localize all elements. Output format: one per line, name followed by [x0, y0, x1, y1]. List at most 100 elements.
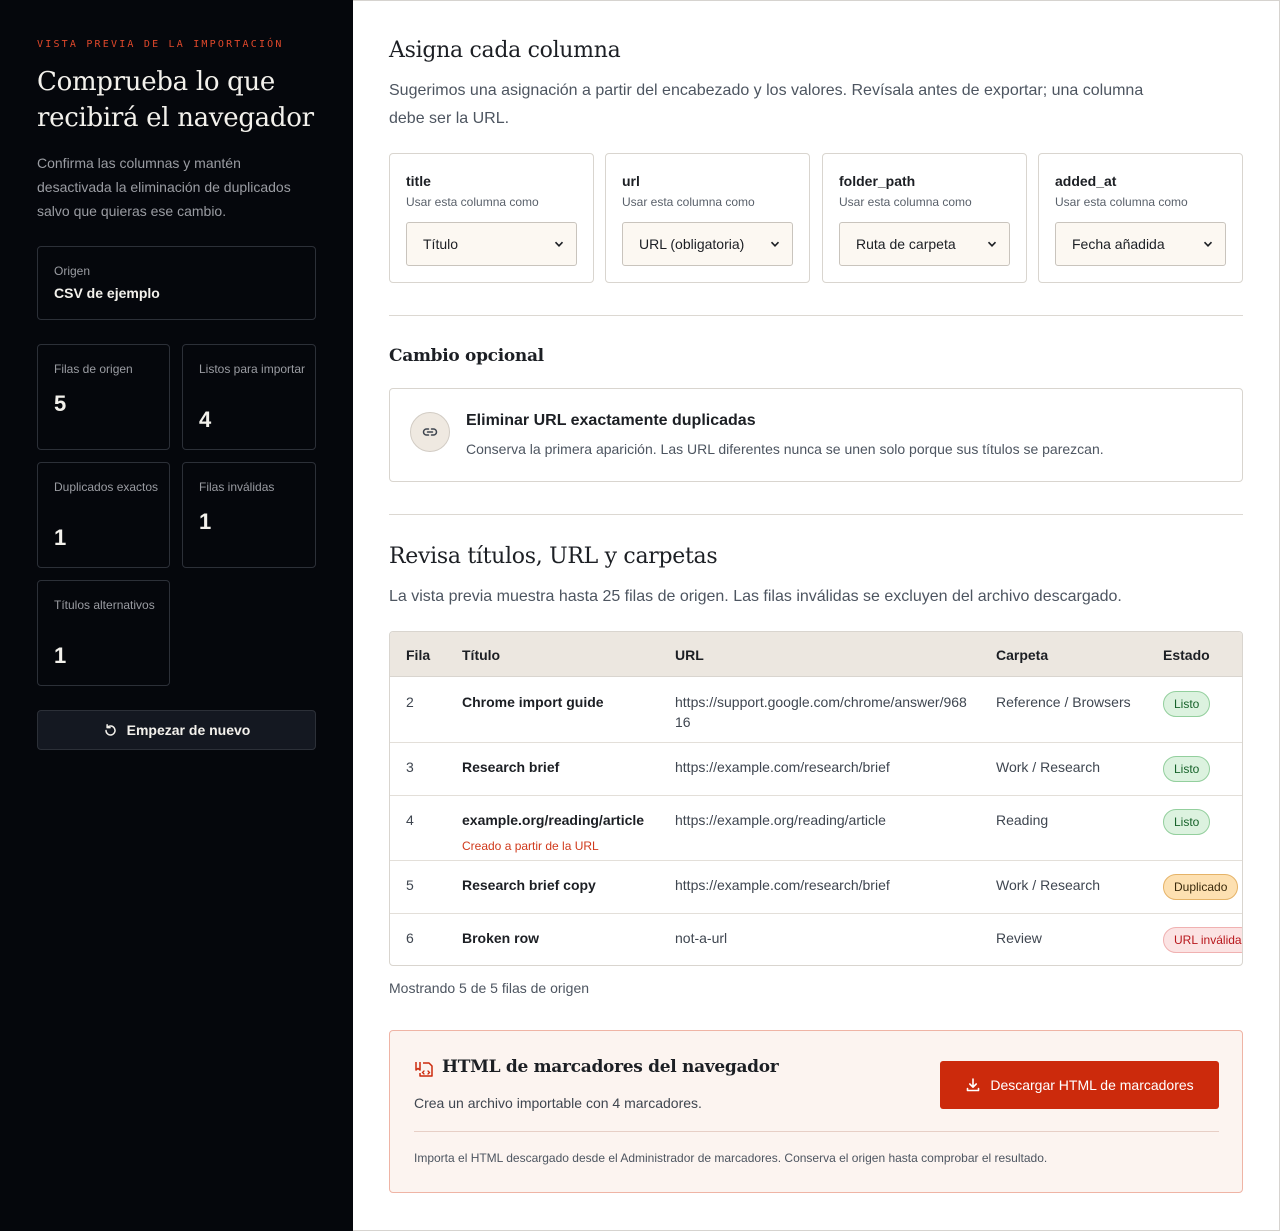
origin-label: Origen [54, 264, 91, 278]
row-count-text: Mostrando 5 de 5 filas de origen [389, 980, 590, 996]
mapping-description: Sugerimos una asignación a partir del en… [389, 82, 1144, 127]
header-folder: Carpeta [996, 647, 1049, 663]
cell-row: 3 [406, 759, 414, 775]
download-button[interactable]: Descargar HTML de marcadores [940, 1061, 1219, 1109]
stat-value: 4 [199, 407, 212, 432]
cell-folder: Work / Research [996, 877, 1100, 893]
divider [389, 315, 1243, 316]
column-card-url: url Usar esta columna como URL (obligato… [605, 153, 810, 283]
download-icon [967, 1078, 980, 1092]
option-title: Eliminar URL exactamente duplicadas [466, 412, 756, 429]
cell-row: 6 [406, 930, 414, 946]
table-row: 2 Chrome import guide https://support.go… [390, 678, 1242, 743]
stat-card-alt-titles: Títulos alternativos 1 [37, 580, 170, 686]
column-name: folder_path [839, 173, 916, 189]
status-badge: Listo [1163, 756, 1211, 782]
column-name: added_at [1055, 173, 1117, 189]
header-row: Fila [406, 647, 431, 663]
cell-title: Chrome import guide [462, 694, 604, 710]
stat-value: 1 [54, 525, 67, 550]
option-description: Conserva la primera aparición. Las URL d… [466, 441, 1104, 457]
origin-value: CSV de ejemplo [54, 285, 160, 301]
stat-card-ready: Listos para importar 4 [182, 344, 316, 450]
cell-folder: Review [996, 930, 1042, 946]
column-name: url [622, 173, 640, 189]
origin-card: Origen CSV de ejemplo [37, 246, 316, 320]
restart-button[interactable]: Empezar de nuevo [37, 710, 316, 750]
cell-folder: Work / Research [996, 759, 1100, 775]
chevron-down-icon [1203, 241, 1213, 247]
select-value: Ruta de carpeta [856, 236, 956, 252]
export-title: HTML de marcadores del navegador [442, 1057, 779, 1077]
mapping-title: Asigna cada columna [389, 38, 621, 63]
cell-row: 4 [406, 812, 414, 828]
column-hint: Usar esta columna como [406, 195, 539, 209]
column-hint: Usar esta columna como [622, 195, 755, 209]
review-description: La vista previa muestra hasta 25 filas d… [389, 588, 1122, 605]
status-badge: Duplicado [1163, 874, 1239, 900]
cell-url: not-a-url [675, 930, 728, 946]
eyebrow: VISTA PREVIA DE LA IMPORTACIÓN [37, 39, 284, 50]
preview-table: Fila Título URL Carpeta Estado 2 Chrome … [389, 631, 1243, 966]
column-hint: Usar esta columna como [1055, 195, 1188, 209]
download-label: Descargar HTML de marcadores [990, 1077, 1194, 1093]
cell-row: 5 [406, 877, 414, 893]
stat-card-source-rows: Filas de origen 5 [37, 344, 170, 450]
table-header: Fila Título URL Carpeta Estado [390, 632, 1242, 677]
column-hint: Usar esta columna como [839, 195, 972, 209]
chevron-down-icon [554, 241, 564, 247]
cell-url: https://example.com/research/brief [675, 877, 890, 893]
cell-url: https://support.google.com/chrome/answer… [675, 694, 967, 730]
column-name: title [406, 173, 431, 189]
cell-folder: Reading [996, 812, 1049, 828]
sidebar-description: Confirma las columnas y mantén desactiva… [37, 155, 291, 219]
stat-value: 1 [199, 509, 212, 534]
chevron-down-icon [770, 241, 780, 247]
status-badge: Listo [1163, 691, 1211, 717]
sidebar: VISTA PREVIA DE LA IMPORTACIÓN Comprueba… [0, 0, 353, 1231]
cell-url: https://example.org/reading/article [675, 812, 886, 828]
status-badge: URL inválida [1163, 927, 1242, 953]
cell-title: Research brief copy [462, 877, 596, 893]
cell-folder: Reference / Browsers [996, 694, 1131, 710]
divider [389, 514, 1243, 515]
cell-title: Broken row [462, 930, 540, 946]
cell-title: Research brief [462, 759, 560, 775]
select-value: Título [423, 236, 459, 252]
column-type-select[interactable]: Fecha añadida [1055, 222, 1226, 266]
header-status: Estado [1163, 647, 1210, 663]
restart-label: Empezar de nuevo [126, 722, 251, 738]
stat-label: Filas inválidas [199, 480, 275, 494]
stat-label: Títulos alternativos [54, 598, 155, 612]
column-type-select[interactable]: Título [406, 222, 577, 266]
dedupe-option-toggle[interactable]: Eliminar URL exactamente duplicadas Cons… [389, 388, 1243, 482]
column-card-folder-path: folder_path Usar esta columna como Ruta … [822, 153, 1027, 283]
status-badge: Listo [1163, 809, 1211, 835]
divider [414, 1131, 1219, 1132]
stat-card-invalid: Filas inválidas 1 [182, 462, 316, 568]
stat-value: 1 [54, 643, 67, 668]
column-type-select[interactable]: URL (obligatoria) [622, 222, 793, 266]
bookmark-file-icon [415, 1062, 433, 1077]
export-note: Importa el HTML descargado desde el Admi… [414, 1151, 1048, 1165]
optional-title: Cambio opcional [389, 346, 544, 366]
cell-title-note: Creado a partir de la URL [462, 839, 599, 853]
chevron-down-icon [987, 241, 997, 247]
stat-card-duplicates: Duplicados exactos 1 [37, 462, 170, 568]
header-url: URL [675, 647, 704, 663]
cell-row: 2 [406, 694, 414, 710]
sidebar-title: Comprueba lo que recibirá el navegador [37, 67, 314, 133]
table-row: 4 example.org/reading/article Creado a p… [390, 796, 1242, 861]
select-value: URL (obligatoria) [639, 236, 745, 252]
stat-label: Duplicados exactos [54, 480, 159, 494]
table-row: 3 Research brief https://example.com/res… [390, 743, 1242, 796]
column-card-title: title Usar esta columna como Título [389, 153, 594, 283]
export-description: Crea un archivo importable con 4 marcado… [414, 1095, 702, 1111]
export-panel: HTML de marcadores del navegador Crea un… [389, 1030, 1243, 1193]
review-title: Revisa títulos, URL y carpetas [389, 544, 718, 569]
column-type-select[interactable]: Ruta de carpeta [839, 222, 1010, 266]
link-icon [410, 412, 450, 452]
header-title: Título [462, 647, 501, 663]
table-row: 6 Broken row not-a-url Review URL inváli… [390, 914, 1242, 965]
stat-label: Filas de origen [54, 362, 133, 376]
